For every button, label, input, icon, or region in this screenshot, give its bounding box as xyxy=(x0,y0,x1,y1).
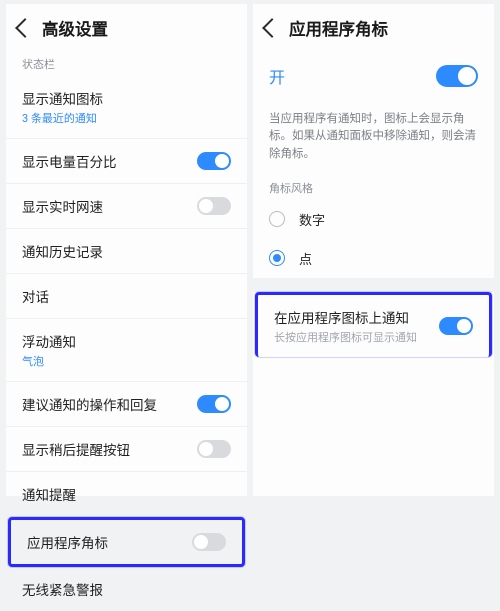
radio-icon[interactable] xyxy=(269,211,285,227)
toggle-net-speed[interactable] xyxy=(197,197,231,215)
description: 当应用程序有通知时，图标上会显示角标。如果从通知面板中移除通知，则会清除角标。 xyxy=(253,102,494,174)
page-title: 高级设置 xyxy=(42,16,108,40)
toggle-master[interactable] xyxy=(436,65,478,87)
toggle-suggest-actions[interactable] xyxy=(197,395,231,413)
row-label: 浮动通知 xyxy=(22,331,76,351)
row-label: 显示电量百分比 xyxy=(22,151,117,171)
toggle-remind-later[interactable] xyxy=(197,440,231,458)
row-app-badges[interactable]: 应用程序角标 xyxy=(8,517,245,567)
divider xyxy=(253,278,494,292)
row-floating-notif[interactable]: 浮动通知 气泡 xyxy=(6,319,247,382)
section-label-badge-style: 角标风格 xyxy=(253,174,494,200)
radio-row-number[interactable]: 数字 xyxy=(253,200,494,239)
radio-label: 点 xyxy=(299,249,312,268)
row-wireless-emergency-alerts[interactable]: 无线紧急警报 xyxy=(6,567,247,611)
row-label: 显示通知图标 xyxy=(22,88,103,108)
row-show-notif-icons[interactable]: 显示通知图标 3 条最近的通知 xyxy=(6,76,247,139)
row-sub: 长按应用程序图标可显示通知 xyxy=(274,329,417,345)
row-label: 通知提醒 xyxy=(22,484,76,504)
row-sub: 气泡 xyxy=(22,353,76,369)
radio-icon[interactable] xyxy=(269,250,285,266)
row-label: 通知历史记录 xyxy=(22,241,103,261)
toggle-battery-percent[interactable] xyxy=(197,152,231,170)
row-label: 无线紧急警报 xyxy=(22,579,103,599)
radio-label: 数字 xyxy=(299,210,325,229)
row-label: 建议通知的操作和回复 xyxy=(22,394,157,414)
row-notif-reminder[interactable]: 通知提醒 xyxy=(6,472,247,517)
header: 高级设置 xyxy=(6,4,247,50)
page-title: 应用程序角标 xyxy=(289,16,388,40)
row-sub: 3 条最近的通知 xyxy=(22,110,103,126)
row-label: 应用程序角标 xyxy=(27,532,108,552)
toggle-notif-on-icon[interactable] xyxy=(439,317,473,335)
row-notif-on-app-icon[interactable]: 在应用程序图标上通知 长按应用程序图标可显示通知 xyxy=(255,292,492,357)
back-icon[interactable] xyxy=(15,18,35,38)
row-label: 在应用程序图标上通知 xyxy=(274,307,417,327)
master-label: 开 xyxy=(269,64,285,88)
row-notif-history[interactable]: 通知历史记录 xyxy=(6,229,247,274)
section-label-statusbar: 状态栏 xyxy=(6,50,247,76)
advanced-settings-panel: 高级设置 状态栏 显示通知图标 3 条最近的通知 显示电量百分比 显示实时网速 … xyxy=(6,4,247,496)
app-badges-panel: 应用程序角标 开 当应用程序有通知时，图标上会显示角标。如果从通知面板中移除通知… xyxy=(253,4,494,496)
back-icon[interactable] xyxy=(262,18,282,38)
radio-row-dot[interactable]: 点 xyxy=(253,239,494,278)
header: 应用程序角标 xyxy=(253,4,494,50)
master-toggle-row[interactable]: 开 xyxy=(253,50,494,102)
row-remind-later[interactable]: 显示稍后提醒按钮 xyxy=(6,427,247,472)
row-label: 显示稍后提醒按钮 xyxy=(22,439,130,459)
row-show-net-speed[interactable]: 显示实时网速 xyxy=(6,184,247,229)
row-suggest-actions[interactable]: 建议通知的操作和回复 xyxy=(6,382,247,427)
row-label: 对话 xyxy=(22,286,49,306)
toggle-app-badges[interactable] xyxy=(192,533,226,551)
row-conversations[interactable]: 对话 xyxy=(6,274,247,319)
row-label: 显示实时网速 xyxy=(22,196,103,216)
row-show-battery-percent[interactable]: 显示电量百分比 xyxy=(6,139,247,184)
